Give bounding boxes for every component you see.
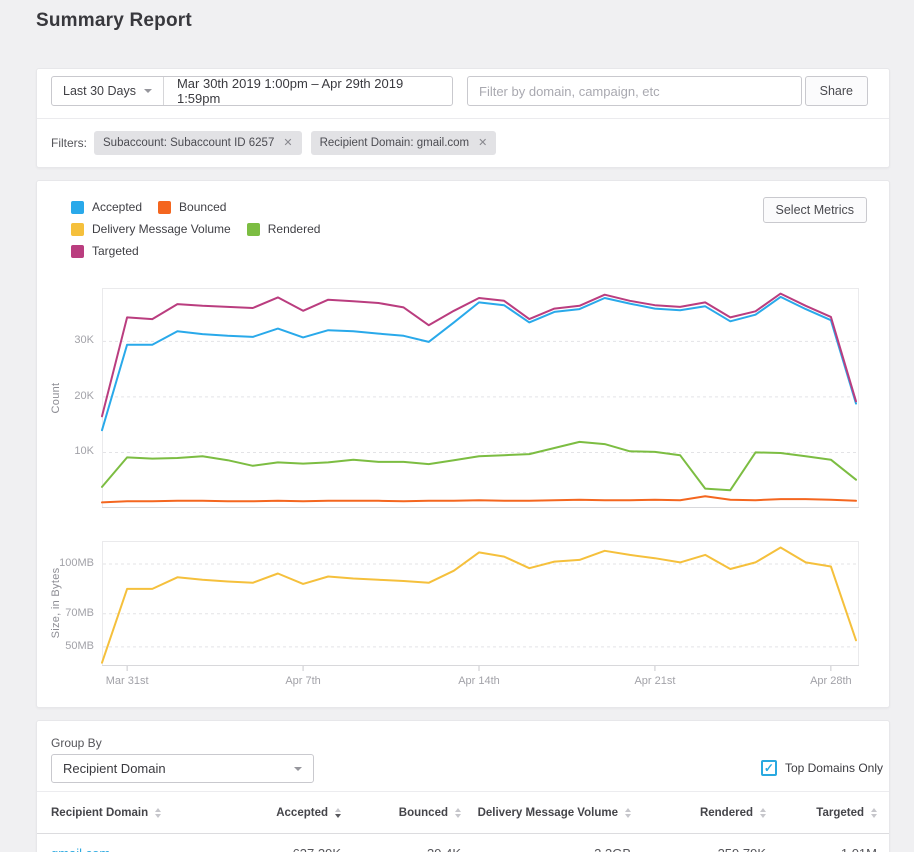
legend-label: Bounced	[179, 200, 226, 214]
chart-legend: Accepted Bounced Delivery Message Volume Re…	[71, 200, 383, 258]
chevron-down-icon	[294, 767, 302, 771]
filter-tags: Subaccount: Subaccount ID 6257✕Recipient…	[94, 131, 505, 155]
top-domains-label: Top Domains Only	[785, 761, 883, 775]
filters-label: Filters:	[51, 136, 87, 150]
y-tick-label: 20K	[37, 390, 94, 402]
series-line-delivery-message-volume	[102, 548, 856, 663]
x-tick-label: Apr 28th	[810, 675, 852, 687]
search-filter-input[interactable]	[467, 76, 802, 106]
legend-item: Rendered	[247, 222, 321, 236]
group-by-dropdown[interactable]: Recipient Domain	[51, 754, 314, 783]
sort-up-arrow	[155, 808, 161, 812]
filter-tag[interactable]: Subaccount: Subaccount ID 6257 ✕	[94, 131, 302, 155]
filter-tag[interactable]: Recipient Domain: gmail.com ✕	[311, 131, 497, 155]
filter-tag-label: Recipient Domain: gmail.com	[320, 137, 470, 149]
sort-down-arrow	[155, 814, 161, 818]
chevron-down-icon	[144, 89, 152, 93]
size-line-chart	[102, 541, 859, 666]
top-domains-toggle[interactable]: ✓ Top Domains Only	[761, 760, 883, 776]
y-tick-label: 10K	[37, 445, 94, 457]
group-by-selected-value: Recipient Domain	[63, 761, 166, 776]
series-line-rendered	[102, 442, 856, 490]
sort-up-arrow	[871, 808, 877, 812]
toolbar-divider	[37, 118, 889, 119]
sort-icon[interactable]	[871, 808, 877, 818]
table-cell: 637.29K	[237, 846, 341, 852]
share-button[interactable]: Share	[805, 76, 868, 106]
column-header-label: Recipient Domain	[51, 807, 148, 819]
column-header-rendered[interactable]: Rendered	[631, 807, 766, 819]
legend-swatch	[71, 223, 84, 236]
sort-down-arrow	[871, 814, 877, 818]
date-range-field[interactable]: Mar 30th 2019 1:00pm – Apr 29th 2019 1:5…	[164, 77, 452, 105]
series-line-targeted	[102, 294, 856, 417]
legend-swatch	[158, 201, 171, 214]
column-header-recipient-domain[interactable]: Recipient Domain	[51, 807, 237, 819]
date-range-text: Mar 30th 2019 1:00pm – Apr 29th 2019 1:5…	[177, 76, 439, 106]
x-tick-label: Apr 14th	[458, 675, 500, 687]
top-domains-checkbox[interactable]: ✓	[761, 760, 777, 776]
table-row: gmail.com637.29K39.4K2.3GB259.79K1.01M	[37, 834, 889, 852]
table-cell: 259.79K	[631, 846, 766, 852]
sort-icon[interactable]	[155, 808, 161, 818]
toolbar-panel: Last 30 Days Mar 30th 2019 1:00pm – Apr …	[36, 68, 890, 168]
select-metrics-button[interactable]: Select Metrics	[763, 197, 868, 223]
column-header-bounced[interactable]: Bounced	[341, 807, 461, 819]
metrics-chart-panel: Accepted Bounced Delivery Message Volume Re…	[36, 180, 890, 708]
series-line-accepted	[102, 297, 856, 430]
legend-item: Bounced	[158, 200, 226, 214]
recipient-domain-link[interactable]: gmail.com	[51, 846, 237, 852]
date-preset-label: Last 30 Days	[63, 84, 136, 98]
date-preset-dropdown[interactable]: Last 30 Days	[52, 77, 164, 105]
close-icon[interactable]: ✕	[478, 138, 487, 149]
column-header-accepted[interactable]: Accepted	[237, 807, 341, 819]
column-header-label: Delivery Message Volume	[478, 807, 618, 819]
x-tick-label: Mar 31st	[106, 675, 149, 687]
legend-label: Targeted	[92, 244, 139, 258]
y-tick-label: 30K	[37, 334, 94, 346]
close-icon[interactable]: ✕	[283, 138, 292, 149]
legend-item: Delivery Message Volume	[71, 222, 231, 236]
x-tick-label: Apr 21st	[634, 675, 675, 687]
column-header-targeted[interactable]: Targeted	[766, 807, 877, 819]
legend-swatch	[71, 201, 84, 214]
group-by-table-panel: Group By Recipient Domain ✓ Top Domains …	[36, 720, 890, 852]
y-tick-label: 70MB	[37, 607, 94, 619]
legend-label: Delivery Message Volume	[92, 222, 231, 236]
filter-tag-label: Subaccount: Subaccount ID 6257	[103, 137, 274, 149]
y-tick-label: 100MB	[37, 557, 94, 569]
table-cell: 2.3GB	[461, 846, 631, 852]
column-header-delivery-message-volume[interactable]: Delivery Message Volume	[461, 807, 631, 819]
group-by-label: Group By	[51, 736, 102, 750]
column-header-label: Rendered	[700, 807, 753, 819]
count-line-chart	[102, 288, 859, 508]
x-tick-label: Apr 7th	[285, 675, 320, 687]
table-cell: 1.01M	[766, 846, 877, 852]
legend-swatch	[247, 223, 260, 236]
column-header-label: Bounced	[399, 807, 448, 819]
active-filters-row: Filters: Subaccount: Subaccount ID 6257 ✕…	[51, 131, 505, 155]
legend-item: Targeted	[71, 244, 139, 258]
legend-label: Accepted	[92, 200, 142, 214]
table-header-row: Recipient Domain Accepted Bounced Delivery …	[37, 791, 889, 834]
table-cell: 39.4K	[341, 846, 461, 852]
y-tick-label: 50MB	[37, 640, 94, 652]
column-header-label: Targeted	[816, 807, 864, 819]
legend-swatch	[71, 245, 84, 258]
series-line-bounced	[102, 496, 856, 502]
legend-label: Rendered	[268, 222, 321, 236]
legend-item: Accepted	[71, 200, 142, 214]
date-range-control: Last 30 Days Mar 30th 2019 1:00pm – Apr …	[51, 76, 453, 106]
column-header-label: Accepted	[276, 807, 328, 819]
page-title: Summary Report	[36, 10, 192, 32]
